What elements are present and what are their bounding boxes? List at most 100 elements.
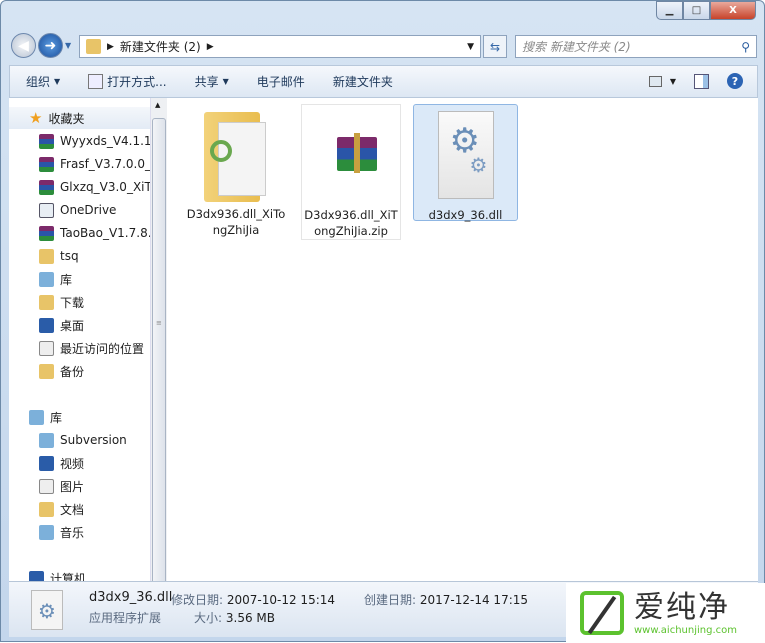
sidebar-item[interactable]: Wyyxds_V4.1.1. — [39, 130, 155, 152]
breadcrumb-arrow-icon[interactable]: ▶ — [207, 42, 214, 52]
open-with-button[interactable]: 打开方式... — [88, 73, 167, 90]
sidebar-item-label: 下载 — [60, 295, 85, 310]
help-icon[interactable]: ? — [727, 73, 743, 89]
organize-button[interactable]: 组织 ▼ — [26, 73, 60, 90]
nav-buttons: ◀ ➜ ▼ — [11, 33, 71, 58]
scroll-up-icon[interactable]: ▲ — [155, 101, 160, 109]
sidebar-item-label: OneDrive — [60, 203, 117, 217]
share-button[interactable]: 共享 ▼ — [195, 73, 229, 90]
file-item[interactable]: D3dx936.dll_XiTongZhiJia.zip — [301, 104, 401, 240]
created-value: 2017-12-14 17:15 — [419, 593, 529, 607]
address-dropdown-icon[interactable]: ▼ — [467, 42, 474, 52]
file-list: D3dx936.dll_XiTongZhiJia D3dx936.dll_XiT… — [167, 98, 758, 581]
sidebar-computer[interactable]: 计算机 — [29, 567, 86, 581]
library-icon — [39, 271, 54, 287]
search-input[interactable]: 搜索 新建文件夹 (2) ⚲ — [515, 35, 757, 58]
size-value: 3.56 MB — [225, 611, 275, 625]
address-bar[interactable]: ▶ 新建文件夹 (2) ▶ ▼ — [79, 35, 481, 58]
dll-gear-icon: ⚙ ⚙ — [426, 111, 506, 203]
sidebar-item[interactable]: TaoBao_V1.7.8. — [39, 222, 152, 244]
command-bar: 组织 ▼ 打开方式... 共享 ▼ 电子邮件 新建文件夹 ▼ ? — [9, 65, 758, 98]
file-item-selected[interactable]: ⚙ ⚙ d3dx9_36.dll — [413, 104, 518, 222]
file-type: 应用程序扩展 — [89, 611, 162, 625]
sidebar-item[interactable]: tsq — [39, 245, 79, 267]
sidebar-item-label: 库 — [50, 410, 63, 425]
sidebar-item-label: 音乐 — [60, 525, 85, 540]
dll-file-icon: ⚙ — [31, 590, 63, 630]
forward-button[interactable]: ➜ — [38, 33, 63, 58]
sidebar-item[interactable]: 备份 — [39, 360, 84, 382]
watermark-logo: 爱纯净 www.aichunjing.com — [566, 583, 765, 643]
maximize-button[interactable]: □ — [683, 1, 710, 20]
sidebar-item-label: 收藏夹 — [48, 111, 85, 126]
close-button[interactable]: X — [710, 1, 756, 20]
desktop-icon — [39, 455, 54, 471]
navigation-pane: ★ 收藏夹 Wyyxds_V4.1.1. Frasf_V3.7.0.0_X Glxzq… — [9, 98, 167, 581]
sidebar-item-label: 图片 — [60, 479, 85, 494]
modified-label: 修改日期: — [171, 593, 224, 607]
library-icon — [39, 432, 54, 448]
sidebar-item[interactable]: Frasf_V3.7.0.0_X — [39, 153, 159, 175]
sidebar-item[interactable]: 下载 — [39, 291, 84, 313]
file-item[interactable]: D3dx936.dll_XiTongZhiJia — [186, 104, 286, 238]
open-with-label: 打开方式... — [107, 75, 167, 89]
scrollbar-thumb[interactable]: ≡ — [152, 118, 166, 598]
chevron-down-icon: ▼ — [222, 77, 229, 86]
sidebar-item[interactable]: 库 — [39, 268, 72, 290]
sidebar-item[interactable]: 桌面 — [39, 314, 84, 336]
sidebar-item[interactable]: OneDrive — [39, 199, 116, 221]
modified-value: 2007-10-12 15:14 — [226, 593, 336, 607]
minimize-button[interactable]: ▁ — [656, 1, 683, 20]
sidebar-item-label: Wyyxds_V4.1.1. — [60, 134, 156, 148]
size-label: 大小: — [194, 611, 223, 625]
sidebar-item-label: tsq — [60, 249, 79, 263]
share-label: 共享 — [194, 75, 219, 89]
file-name: D3dx936.dll_XiTongZhiJia — [186, 207, 286, 237]
sidebar-item[interactable]: 图片 — [39, 475, 84, 497]
sidebar-item-label: Subversion — [60, 433, 127, 447]
rar-icon — [39, 225, 54, 241]
search-placeholder: 搜索 新建文件夹 (2) — [522, 40, 631, 54]
folder-icon — [39, 501, 54, 517]
open-with-icon — [88, 74, 104, 89]
sidebar-favorites[interactable]: ★ 收藏夹 — [9, 107, 150, 129]
new-folder-button[interactable]: 新建文件夹 — [333, 73, 393, 90]
sidebar-item[interactable]: 最近访问的位置 — [39, 337, 144, 359]
nav-scrollbar[interactable]: ▲ ≡ — [150, 98, 167, 598]
search-icon[interactable]: ⚲ — [741, 40, 750, 54]
sidebar-item-label: 视频 — [60, 456, 85, 471]
status-filename: d3dx9_36.dll — [89, 590, 173, 605]
email-button[interactable]: 电子邮件 — [257, 73, 305, 90]
star-icon: ★ — [29, 109, 43, 127]
library-icon — [29, 409, 44, 425]
watermark-brand: 爱纯净 — [634, 589, 730, 625]
file-name: D3dx936.dll_XiTongZhiJia.zip — [304, 208, 398, 238]
watermark-url: www.aichunjing.com — [634, 624, 737, 636]
view-options-icon[interactable]: ▼ — [648, 75, 676, 87]
created-label: 创建日期: — [364, 593, 417, 607]
sidebar-item[interactable]: Glxzq_V3.0_XiTo — [39, 176, 157, 198]
sidebar-item[interactable]: Subversion — [39, 429, 127, 451]
new-folder-label: 新建文件夹 — [332, 75, 393, 89]
back-button[interactable]: ◀ — [11, 33, 36, 58]
sidebar-item[interactable]: 文档 — [39, 498, 84, 520]
explorer-window: ▁ □ X ◀ ➜ ▼ ▶ 新建文件夹 (2) ▶ ▼ ⇆ 搜索 新建文件夹 (… — [0, 0, 765, 643]
sidebar-item[interactable]: 视频 — [39, 452, 84, 474]
breadcrumb-arrow-icon[interactable]: ▶ — [107, 42, 114, 52]
desktop-icon — [39, 317, 54, 333]
organize-label: 组织 — [26, 75, 51, 89]
desktop-icon — [29, 570, 44, 581]
breadcrumb-item[interactable]: 新建文件夹 (2) — [120, 38, 201, 55]
folder-icon — [39, 294, 54, 310]
rar-archive-icon — [311, 111, 391, 203]
sidebar-item-label: 文档 — [60, 502, 85, 517]
sidebar-item[interactable]: 音乐 — [39, 521, 84, 543]
preview-pane-icon[interactable] — [694, 73, 709, 89]
sidebar-libraries[interactable]: 库 — [29, 406, 62, 428]
folder-icon — [196, 110, 276, 202]
sidebar-item-label: TaoBao_V1.7.8. — [60, 226, 152, 240]
recent-places-icon — [39, 340, 54, 356]
recent-dropdown-icon[interactable]: ▼ — [65, 41, 71, 50]
refresh-button[interactable]: ⇆ — [483, 35, 507, 58]
folder-icon — [39, 363, 54, 379]
